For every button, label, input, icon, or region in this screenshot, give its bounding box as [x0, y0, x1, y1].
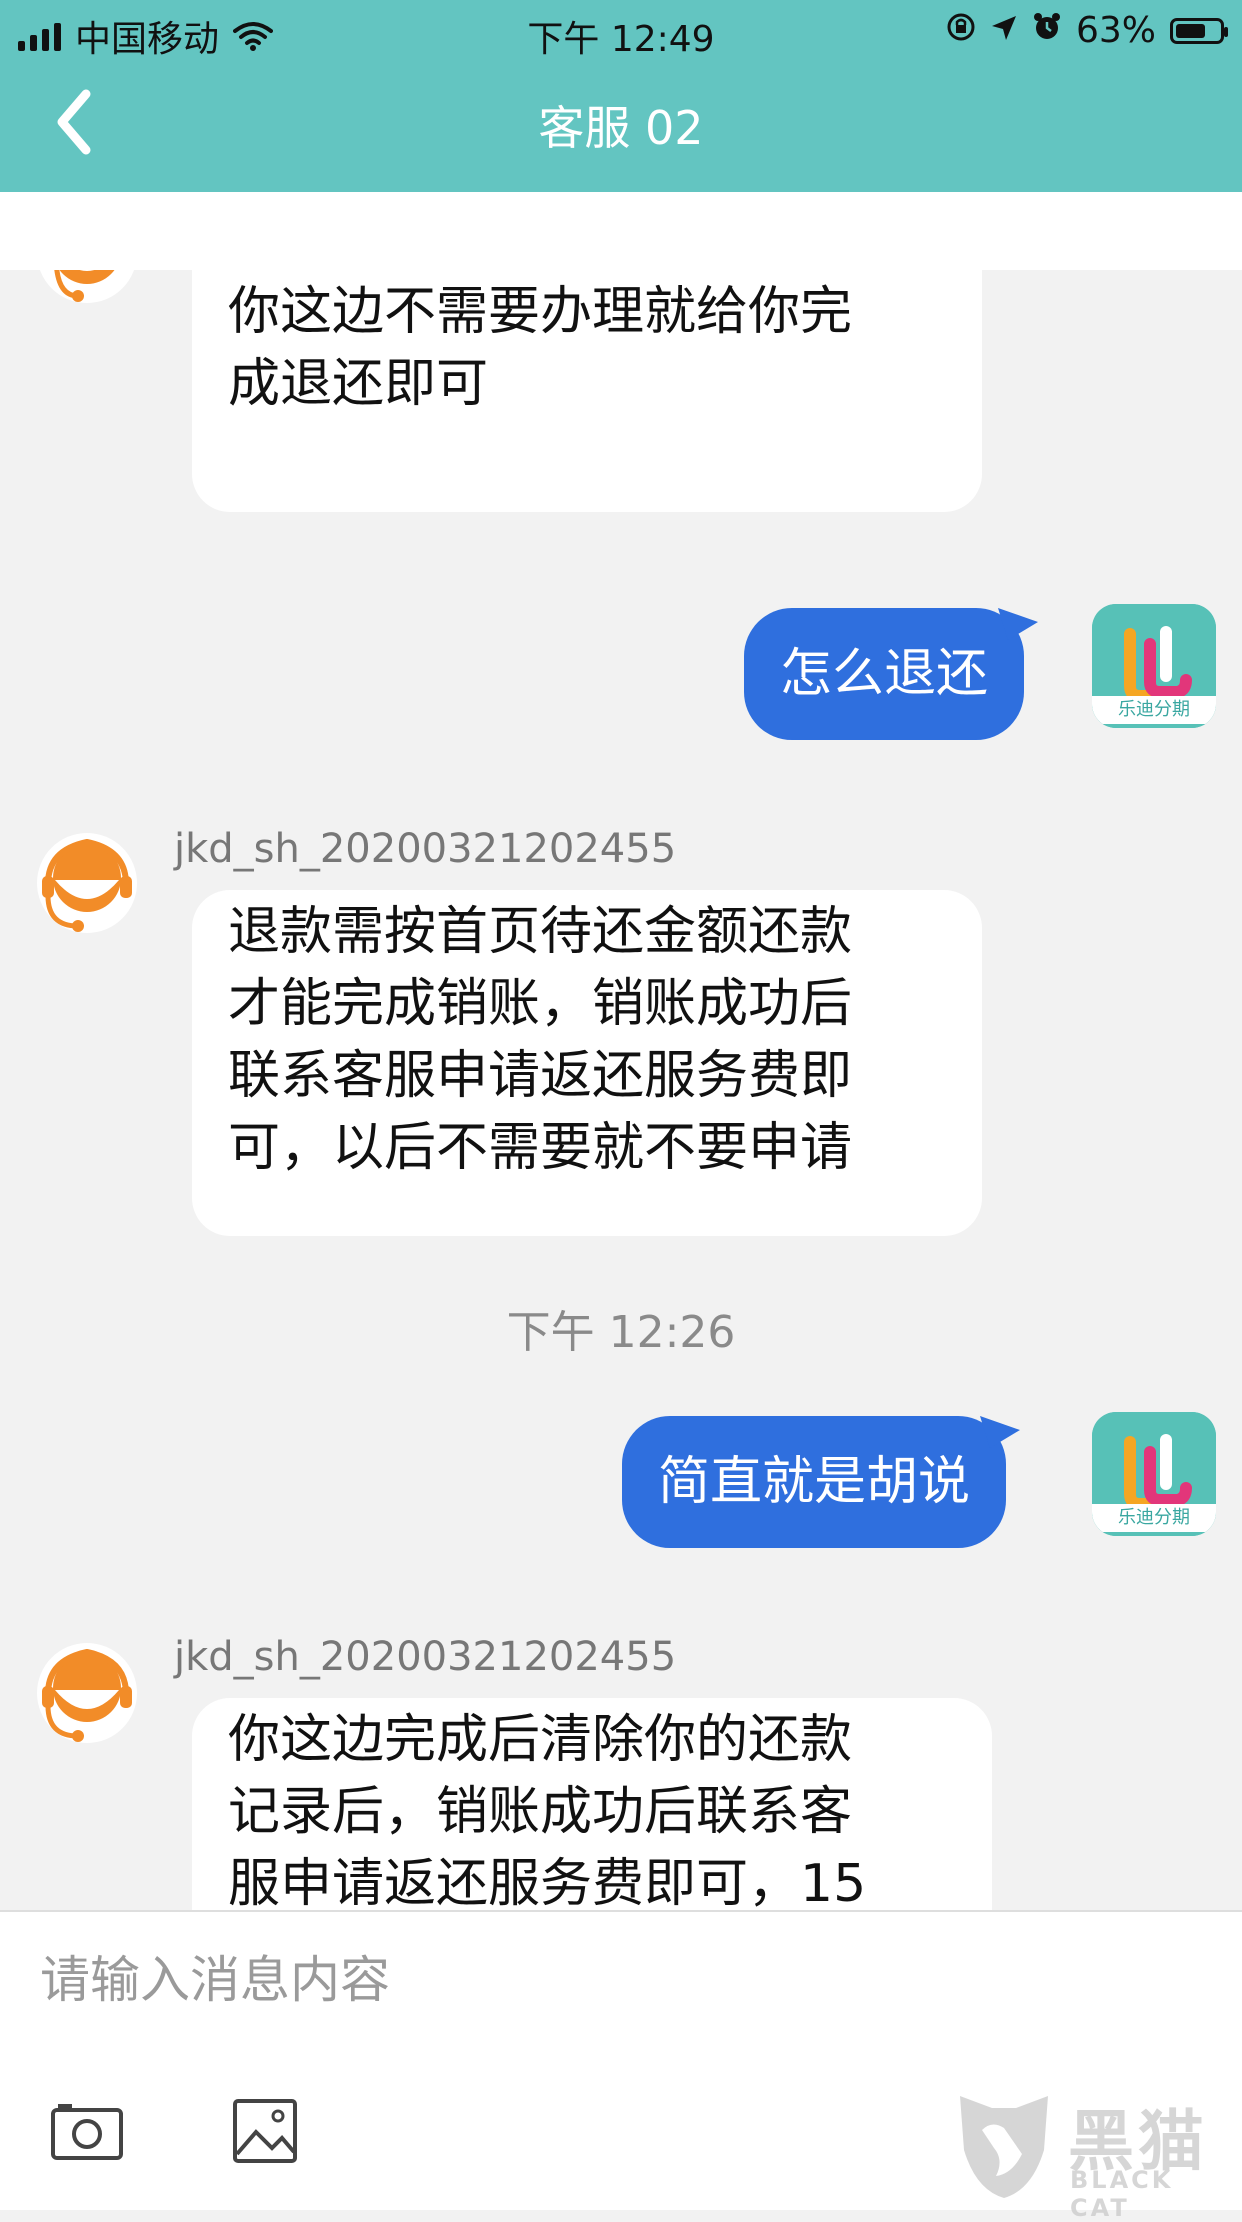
message-bubble-incoming: 你这边不需要办理就给你完 成退还即可	[192, 270, 982, 512]
agent-avatar-icon	[37, 1643, 137, 1743]
chat-header: 客服 02	[0, 62, 1242, 192]
message-input[interactable]	[40, 1940, 1140, 2020]
alarm-icon	[1032, 10, 1062, 51]
watermark: 黑猫 BLACK CAT	[952, 2082, 1232, 2222]
battery-percent: 63%	[1075, 10, 1156, 51]
message-list[interactable]: 你这边不需要办理就给你完 成退还即可 怎么退还 乐迪分期 jkd_sh_2020…	[0, 270, 1242, 1910]
user-avatar: 乐迪分期	[1092, 604, 1216, 728]
page-title: 客服 02	[538, 101, 704, 155]
bubble-tail-icon	[980, 1416, 1021, 1448]
sender-name: jkd_sh_20200321202455	[174, 826, 677, 872]
camera-button[interactable]	[50, 2102, 124, 2162]
black-cat-logo-icon	[960, 2096, 1048, 2198]
image-icon	[233, 2099, 297, 2163]
message-text: 怎么退还	[780, 644, 989, 704]
message-text: 简直就是胡说	[658, 1452, 971, 1512]
composer: 黑猫 BLACK CAT	[0, 1910, 1242, 2222]
watermark-subtext: BLACK CAT	[1070, 2166, 1174, 2222]
orientation-lock-icon	[946, 10, 976, 51]
sender-name: jkd_sh_20200321202455	[174, 1634, 677, 1680]
location-icon	[990, 10, 1018, 51]
header-divider	[0, 192, 1242, 270]
agent-avatar-icon	[37, 833, 137, 933]
app-avatar-label: 乐迪分期	[1092, 696, 1216, 724]
agent-avatar-icon	[39, 270, 135, 303]
message-bubble-outgoing: 简直就是胡说	[622, 1416, 1021, 1548]
message-bubble-outgoing: 怎么退还	[744, 608, 1039, 740]
camera-icon	[51, 2104, 123, 2160]
app-avatar-label: 乐迪分期	[1092, 1504, 1216, 1532]
message-bubble-incoming: 退款需按首页待还金额还款 才能完成销账，销账成功后 联系客服申请返还服务费即 可…	[192, 890, 982, 1236]
image-button[interactable]	[232, 2098, 298, 2164]
status-bar: 中国移动 下午 12:49 63%	[0, 0, 1242, 62]
message-bubble-incoming: 你这边完成后清除你的还款 记录后，销账成功后联系客 服申请返还服务费即可，15	[192, 1698, 992, 1910]
user-avatar: 乐迪分期	[1092, 1412, 1216, 1536]
battery-icon	[1170, 17, 1228, 44]
status-right: 63%	[946, 10, 1228, 51]
timestamp: 下午 12:26	[506, 1307, 736, 1358]
bubble-tail-icon	[998, 608, 1039, 640]
